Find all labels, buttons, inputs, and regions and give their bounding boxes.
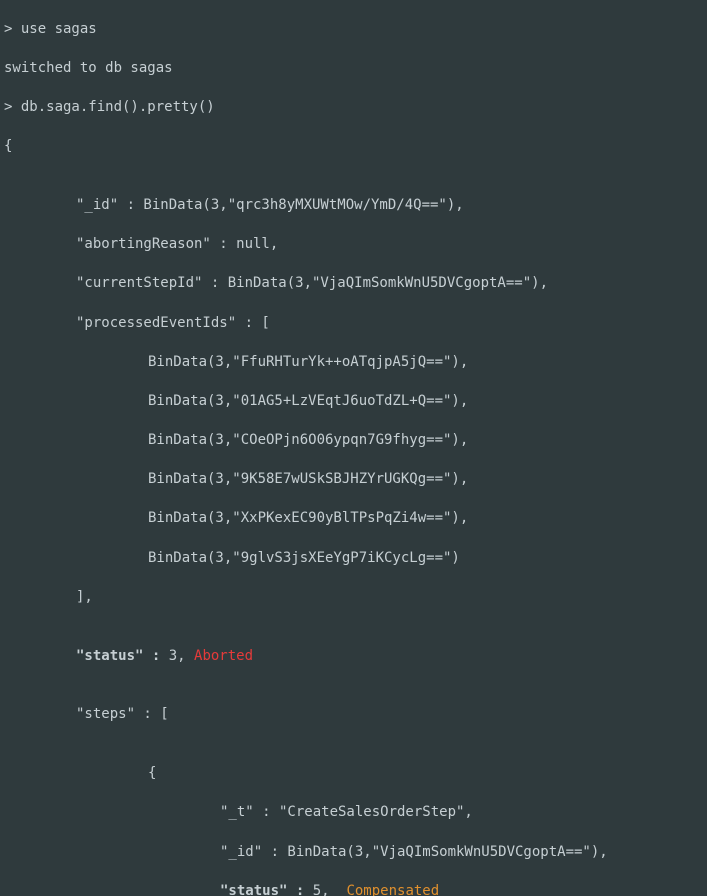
event-id: BinData(3,"01AG5+LzVEqtJ6uoTdZL+Q=="), (4, 392, 703, 412)
status-sep: , (177, 648, 194, 664)
field-status: "status" : 3, Aborted (4, 647, 703, 667)
status-value: 5 (313, 883, 321, 896)
cmd-find: > db.saga.find().pretty() (4, 98, 703, 118)
field-id: "_id" : BinData(3,"qrc3h8yMXUWtMOw/YmD/4… (4, 196, 703, 216)
msg-switched: switched to db sagas (4, 59, 703, 79)
open-brace: { (4, 137, 703, 157)
status-sep: , (321, 883, 346, 896)
event-id: BinData(3,"9K58E7wUSkSBJHZYrUGKQg=="), (4, 470, 703, 490)
status-key: "status" : (220, 883, 313, 896)
field-aborting-reason: "abortingReason" : null, (4, 235, 703, 255)
status-key: "status" : (76, 648, 169, 664)
status-annotation-compensated: Compensated (346, 883, 439, 896)
event-id: BinData(3,"COeOPjn6O06ypqn7G9fhyg=="), (4, 431, 703, 451)
event-id: BinData(3,"XxPKexEC90yBlTPsPqZi4w=="), (4, 509, 703, 529)
event-id: BinData(3,"FfuRHTurYk++oATqjpA5jQ=="), (4, 353, 703, 373)
steps-open: "steps" : [ (4, 705, 703, 725)
status-annotation-aborted: Aborted (194, 648, 253, 664)
step0-status: "status" : 5, Compensated (4, 882, 703, 896)
field-current-step-id: "currentStepId" : BinData(3,"VjaQImSomkW… (4, 274, 703, 294)
field-processed-open: "processedEventIds" : [ (4, 314, 703, 334)
processed-close: ], (4, 588, 703, 608)
step0-type: "_t" : "CreateSalesOrderStep", (4, 803, 703, 823)
status-value: 3 (169, 648, 177, 664)
cmd-use: > use sagas (4, 20, 703, 40)
step-open: { (4, 764, 703, 784)
terminal-output: > use sagas switched to db sagas > db.sa… (0, 0, 707, 896)
step0-id: "_id" : BinData(3,"VjaQImSomkWnU5DVCgopt… (4, 843, 703, 863)
event-id: BinData(3,"9glvS3jsXEeYgP7iKCycLg==") (4, 549, 703, 569)
